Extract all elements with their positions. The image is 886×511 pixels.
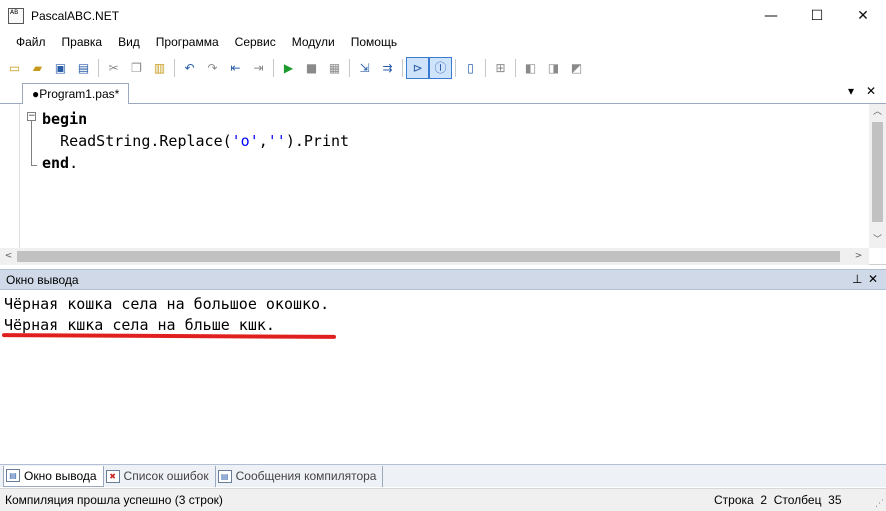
output-panel-title: Окно вывода (6, 273, 79, 287)
doc-1-icon[interactable]: ◧ (519, 57, 542, 79)
undo-icon[interactable]: ↶ (178, 57, 201, 79)
navigate-back-icon[interactable]: ⇤ (224, 57, 247, 79)
toolbar-separator (485, 58, 486, 77)
menu-bar: Файл Правка Вид Программа Сервис Модули … (0, 31, 886, 54)
open-icon[interactable]: ▰ (26, 57, 49, 79)
doc-3-icon[interactable]: ◩ (565, 57, 588, 79)
code-editor[interactable]: − begin ReadString.Replace('o','').Print… (0, 104, 886, 265)
scroll-right-icon[interactable]: > (850, 248, 867, 265)
row-label: Строка (714, 493, 754, 507)
output-window-icon: ▤ (6, 469, 20, 482)
output-line-1: Чёрная кошка села на большое окошко. (4, 295, 330, 313)
tab-compiler-messages-label: Сообщения компилятора (235, 469, 377, 483)
save-all-icon[interactable]: ▤ (72, 57, 95, 79)
cursor-position: Строка 2 Столбец 35 (714, 493, 842, 507)
fold-toggle-icon[interactable]: − (27, 112, 36, 121)
output-window[interactable]: Чёрная кошка села на большое окошко. Чёрн… (0, 290, 886, 463)
toolbar: ▭ ▰ ▣ ▤ ✂ ❐ ▥ ↶ ↷ ⇤ ⇥ ▶ ■ ▦ ⇲ ⇉ ⊳ Ⓘ ▯ ⊞ … (0, 54, 886, 81)
minimize-button[interactable]: — (748, 0, 794, 31)
redo-icon[interactable]: ↷ (201, 57, 224, 79)
output-panel-header: Окно вывода ⊥ ✕ (0, 269, 886, 290)
tab-error-list[interactable]: ✖ Список ошибок (104, 465, 216, 487)
menu-help[interactable]: Помощь (343, 31, 405, 54)
navigate-forward-icon[interactable]: ⇥ (247, 57, 270, 79)
new-file-icon[interactable]: ▭ (3, 57, 26, 79)
step-over-icon[interactable]: ⇉ (376, 57, 399, 79)
resize-grip-icon[interactable]: ⋰ (875, 499, 884, 509)
toolbar-separator (515, 58, 516, 77)
maximize-button[interactable]: ☐ (794, 0, 840, 31)
tab-error-list-label: Список ошибок (123, 469, 209, 483)
fold-guide-end (31, 165, 37, 166)
immediate-window-icon[interactable]: Ⓘ (429, 56, 452, 79)
code-line-2: ReadString.Replace('o','').Print (60, 132, 350, 150)
menu-tools[interactable]: Сервис (227, 31, 284, 54)
code-text[interactable]: begin ReadString.Replace('o','').Print en… (42, 108, 349, 174)
menu-edit[interactable]: Правка (54, 31, 111, 54)
menu-file[interactable]: Файл (8, 31, 54, 54)
fold-guide (31, 121, 32, 166)
doc-2-icon[interactable]: ◨ (542, 57, 565, 79)
vertical-scroll-thumb[interactable] (872, 122, 883, 222)
tab-program1[interactable]: ●Program1.pas* (22, 83, 130, 104)
menu-program[interactable]: Программа (148, 31, 227, 54)
copy-icon[interactable]: ❐ (125, 57, 148, 79)
cut-icon[interactable]: ✂ (102, 57, 125, 79)
error-list-icon: ✖ (105, 469, 120, 483)
toolbar-separator (402, 58, 403, 77)
status-bar: Компиляция прошла успешно (3 строк) Стро… (0, 488, 886, 511)
code-line-3: end. (42, 154, 79, 172)
bottom-panel-tabs: ▤ Окно вывода ✖ Список ошибок ▤ Сообщени… (0, 464, 886, 487)
pin-icon[interactable]: ⊥ (852, 272, 862, 286)
compile-icon[interactable]: ▦ (323, 57, 346, 79)
output-text: Чёрная кошка села на большое окошко. Чёрн… (4, 294, 329, 336)
run-icon[interactable]: ▶ (277, 57, 300, 79)
toolbar-separator (273, 58, 274, 77)
menu-view[interactable]: Вид (110, 31, 148, 54)
column-value: 35 (828, 493, 842, 507)
editor-vertical-scrollbar[interactable]: ︿ ﹀ (869, 104, 886, 248)
output-window-icon[interactable]: ⊳ (406, 56, 429, 79)
close-button[interactable]: ✕ (840, 0, 886, 31)
scroll-down-icon[interactable]: ﹀ (869, 232, 886, 248)
scroll-up-icon[interactable]: ︿ (869, 104, 886, 120)
window-title: PascalABC.NET (31, 8, 120, 23)
paste-icon[interactable]: ▥ (148, 57, 171, 79)
form-designer-icon[interactable]: ▯ (459, 57, 482, 79)
horizontal-scroll-thumb[interactable] (17, 251, 840, 262)
close-document-icon[interactable]: ✕ (866, 84, 876, 98)
tab-compiler-messages[interactable]: ▤ Сообщения компилятора (216, 465, 384, 487)
document-tab-strip: ●Program1.pas* ▾ ✕ (0, 81, 886, 104)
tab-list-dropdown-icon[interactable]: ▾ (848, 84, 854, 98)
save-icon[interactable]: ▣ (49, 57, 72, 79)
toolbar-separator (98, 58, 99, 77)
toolbar-separator (174, 58, 175, 77)
toolbar-separator (455, 58, 456, 77)
red-underline-annotation (1, 333, 337, 339)
tab-output-label: Окно вывода (24, 468, 97, 483)
menu-modules[interactable]: Модули (284, 31, 343, 54)
row-value: 2 (760, 493, 768, 507)
scroll-left-icon[interactable]: < (0, 248, 17, 265)
title-bar: AB PascalABC.NET — ☐ ✕ (0, 0, 886, 31)
editor-horizontal-scrollbar[interactable]: < > (0, 248, 869, 265)
app-logo-icon: AB (8, 7, 24, 24)
module-icon[interactable]: ⊞ (489, 57, 512, 79)
code-line-1: begin (42, 110, 88, 128)
toolbar-separator (349, 58, 350, 77)
column-label: Столбец (773, 493, 822, 507)
debug-step-icon[interactable]: ⇲ (353, 57, 376, 79)
tab-output-window[interactable]: ▤ Окно вывода (3, 465, 104, 487)
stop-icon[interactable]: ■ (300, 57, 323, 79)
close-output-icon[interactable]: ✕ (868, 272, 878, 286)
status-message: Компиляция прошла успешно (3 строк) (5, 493, 223, 507)
editor-gutter (0, 104, 20, 248)
compiler-messages-icon: ▤ (217, 469, 232, 483)
